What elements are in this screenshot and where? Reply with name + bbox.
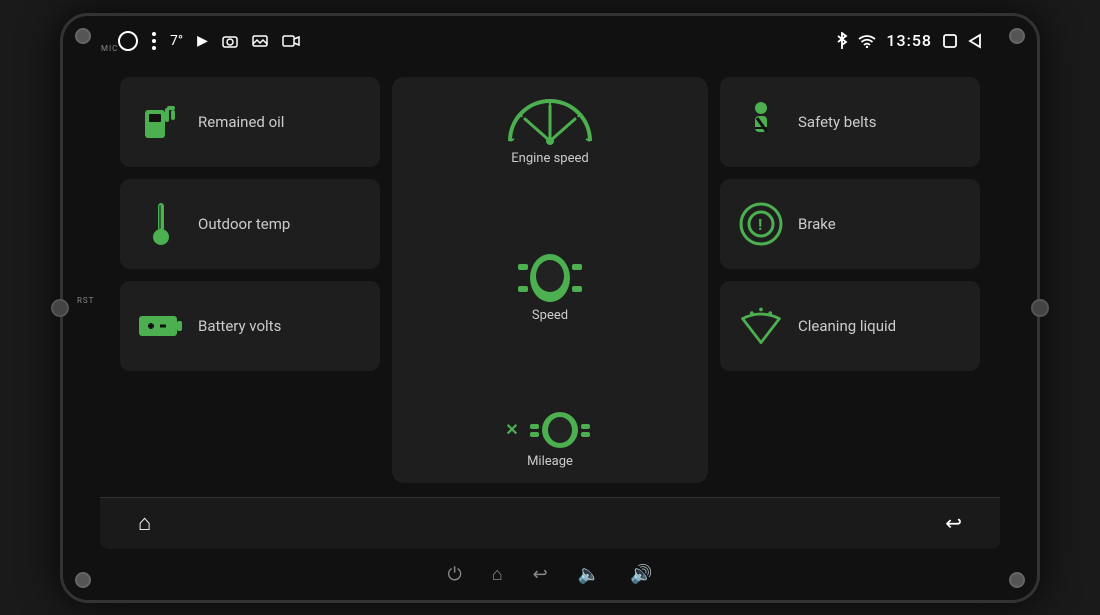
temperature-display: 7° xyxy=(170,33,183,49)
back-triangle-icon[interactable] xyxy=(968,33,982,49)
rst-label: RST xyxy=(77,296,94,305)
knob-right[interactable] xyxy=(1031,299,1049,317)
status-bar: 7° ▶ xyxy=(100,19,1000,63)
center-column: Engine speed xyxy=(392,77,708,483)
cleaning-liquid-label: Cleaning liquid xyxy=(798,317,896,335)
bolt-tl xyxy=(75,28,91,44)
svg-text:!: ! xyxy=(758,215,762,234)
tile-remained-oil[interactable]: Remained oil xyxy=(120,77,380,167)
youtube-icon[interactable]: ▶ xyxy=(197,33,208,49)
center-panel: Engine speed xyxy=(392,77,708,483)
battery-icon xyxy=(138,303,184,349)
speed-section: Speed xyxy=(510,252,590,323)
status-right: 13:58 xyxy=(836,31,982,50)
main-content: Remained oil Outdoor temp xyxy=(100,63,1000,497)
wiper-icon xyxy=(738,303,784,349)
speed-label: Speed xyxy=(532,308,568,323)
tile-battery-volts[interactable]: Battery volts xyxy=(120,281,380,371)
right-column: Safety belts ! Brake xyxy=(720,77,980,483)
home-circle-icon[interactable] xyxy=(118,31,138,51)
fuel-icon xyxy=(138,99,184,145)
brake-label: Brake xyxy=(798,215,836,233)
left-column: Remained oil Outdoor temp xyxy=(120,77,380,483)
screen: 7° ▶ xyxy=(100,19,1000,549)
power-button[interactable]: ⏻ xyxy=(447,564,461,585)
bolt-bl xyxy=(75,572,91,588)
engine-speed-section: Engine speed xyxy=(500,91,600,166)
bolt-br xyxy=(1009,572,1025,588)
window-icon[interactable] xyxy=(942,33,958,49)
speedometer-svg xyxy=(500,91,600,147)
bottom-buttons: ⏻ ⌂ ↩ 🔈 🔊 xyxy=(100,553,1000,597)
mic-label: MIC xyxy=(101,44,118,53)
bluetooth-icon xyxy=(836,32,848,50)
mileage-section: ✕ Mileage xyxy=(505,410,594,469)
outdoor-temp-label: Outdoor temp xyxy=(198,215,290,233)
back-nav-icon[interactable]: ↩ xyxy=(937,503,970,543)
seatbelt-icon xyxy=(738,99,784,145)
back-hw-button[interactable]: ↩ xyxy=(533,564,548,585)
engine-speed-label: Engine speed xyxy=(511,151,588,166)
bolt-tr xyxy=(1009,28,1025,44)
tile-brake[interactable]: ! Brake xyxy=(720,179,980,269)
time-display: 13:58 xyxy=(886,31,932,50)
mileage-label: Mileage xyxy=(527,454,573,469)
vol-up-button[interactable]: 🔊 xyxy=(630,564,652,585)
camera-icon[interactable] xyxy=(222,34,238,48)
device-frame: MIC RST 7° ▶ xyxy=(60,13,1040,603)
wifi-icon xyxy=(858,34,876,48)
safety-belts-label: Safety belts xyxy=(798,113,876,131)
tile-outdoor-temp[interactable]: Outdoor temp xyxy=(120,179,380,269)
thermometer-icon xyxy=(138,201,184,247)
mileage-car-icon xyxy=(525,410,595,450)
speed-car-icon xyxy=(510,252,590,304)
remained-oil-label: Remained oil xyxy=(198,113,284,131)
tile-cleaning-liquid[interactable]: Cleaning liquid xyxy=(720,281,980,371)
nav-bar: ⌂ ↩ xyxy=(100,497,1000,549)
tile-safety-belts[interactable]: Safety belts xyxy=(720,77,980,167)
battery-volts-label: Battery volts xyxy=(198,317,281,335)
home-hw-button[interactable]: ⌂ xyxy=(492,564,503,585)
menu-dots-icon[interactable] xyxy=(152,32,156,50)
video-icon[interactable] xyxy=(282,34,300,48)
vol-down-button[interactable]: 🔈 xyxy=(578,564,600,585)
brake-icon: ! xyxy=(738,201,784,247)
status-left: 7° ▶ xyxy=(118,31,300,51)
home-nav-icon[interactable]: ⌂ xyxy=(130,502,159,544)
photo-icon[interactable] xyxy=(252,34,268,48)
knob-left[interactable] xyxy=(51,299,69,317)
